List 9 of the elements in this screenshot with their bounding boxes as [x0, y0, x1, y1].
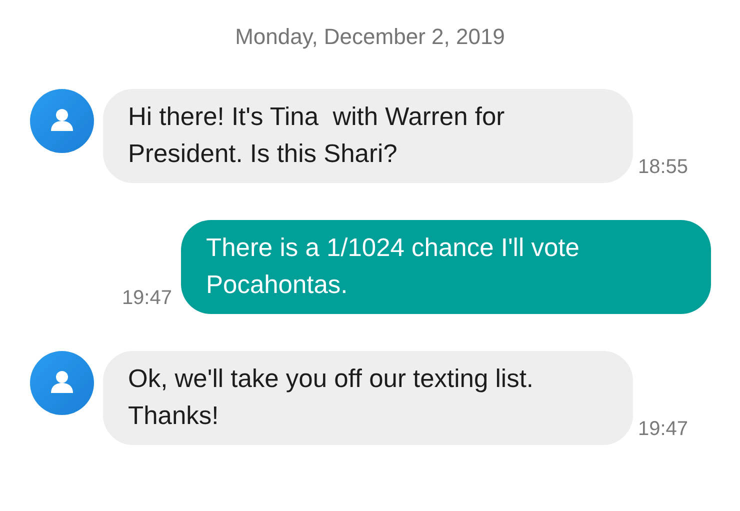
date-header: Monday, December 2, 2019 [235, 23, 505, 51]
incoming-message-bubble: Hi there! It's Tina with Warren for President. Is this Shari? [103, 89, 633, 183]
message-time: 19:47 [638, 417, 688, 441]
message-time: 18:55 [638, 155, 688, 179]
avatar-icon [30, 351, 94, 415]
incoming-message-bubble: Ok, we'll take you off our texting list. Thanks! [103, 351, 633, 445]
message-time: 19:47 [122, 286, 172, 310]
avatar-icon [30, 89, 94, 153]
outgoing-message-bubble: There is a 1/1024 chance I'll vote Pocahontas. [181, 220, 711, 314]
